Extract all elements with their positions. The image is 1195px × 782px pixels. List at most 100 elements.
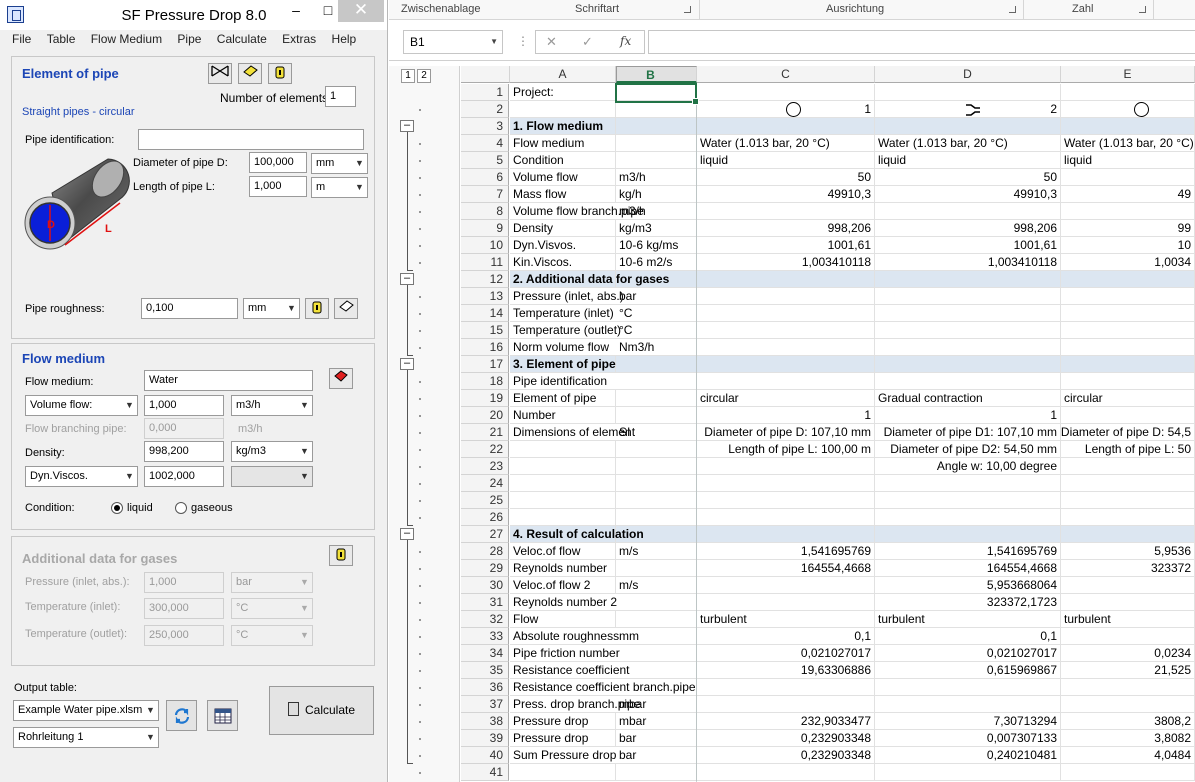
cell-e11[interactable]: 1,0034 [1061,254,1195,271]
cell-c10[interactable]: 1001,61 [697,237,875,254]
cell-b3[interactable] [616,118,697,135]
row-header[interactable]: 18 [461,373,509,390]
cell-b33[interactable]: mm [616,628,697,645]
row-header[interactable]: 2 [461,101,509,118]
liquid-radio[interactable] [111,502,123,514]
cell-e8[interactable] [1061,203,1195,220]
flow-medium-input[interactable]: Water [144,370,313,391]
cell-d13[interactable] [875,288,1061,305]
cell-b8[interactable]: m3/h [616,203,697,220]
cell-b22[interactable] [616,441,697,458]
row-header[interactable]: 6 [461,169,509,186]
row-header[interactable]: 22 [461,441,509,458]
cell-e41[interactable] [1061,764,1195,781]
cell-a39[interactable]: Pressure drop [510,730,616,747]
cell-a37[interactable]: Press. drop branch.pipe [510,696,640,713]
length-input[interactable]: 1,000 [249,176,307,197]
cell-b34[interactable] [616,645,697,662]
cell-e31[interactable] [1061,594,1195,611]
volume-flow-select[interactable]: Volume flow: ▼ [25,395,138,416]
row-header[interactable]: 32 [461,611,509,628]
cell-c38[interactable]: 232,9033477 [697,713,875,730]
cell-b30[interactable]: m/s [616,577,697,594]
cell-c21[interactable]: Diameter of pipe D: 107,10 mm [697,424,875,441]
cell-e10[interactable]: 10 [1061,237,1195,254]
cell-c5[interactable]: liquid [697,152,875,169]
menu-help[interactable]: Help [326,30,363,46]
row-header[interactable]: 29 [461,560,509,577]
cell-b20[interactable] [616,407,697,424]
cell-d9[interactable]: 998,206 [875,220,1061,237]
cell-d1[interactable] [875,84,1061,101]
eraser-icon[interactable] [238,63,262,84]
row-header[interactable]: 11 [461,254,509,271]
cell-a28[interactable]: Veloc.of flow [510,543,616,560]
cell-c33[interactable]: 0,1 [697,628,875,645]
cell-b19[interactable] [616,390,697,407]
row-header[interactable]: 20 [461,407,509,424]
row-header[interactable]: 15 [461,322,509,339]
diameter-input[interactable]: 100,000 [249,152,307,173]
density-input[interactable]: 998,200 [144,441,224,462]
roughness-unit-select[interactable]: mm ▼ [243,298,300,319]
cell-a11[interactable]: Kin.Viscos. [510,254,616,271]
cell-c25[interactable] [697,492,875,509]
cell-e38[interactable]: 3808,2 [1061,713,1195,730]
cell-a1[interactable]: Project: [510,84,616,101]
row-header[interactable]: 17 [461,356,509,373]
cell-d12[interactable] [875,271,1061,288]
cell-d28[interactable]: 1,541695769 [875,543,1061,560]
pipe-identification-input[interactable] [138,129,364,150]
medium-database-icon[interactable] [329,368,353,389]
cell-d3[interactable] [875,118,1061,135]
cell-b32[interactable] [616,611,697,628]
cell-e1[interactable] [1061,84,1195,101]
cell-c19[interactable]: circular [697,390,875,407]
cell-a29[interactable]: Reynolds number [510,560,616,577]
row-header[interactable]: 8 [461,203,509,220]
cell-b26[interactable] [616,509,697,526]
cell-c24[interactable] [697,475,875,492]
row-header[interactable]: 27 [461,526,509,543]
cell-d20[interactable]: 1 [875,407,1061,424]
cell-b2[interactable] [616,101,697,118]
ribbon-group-font[interactable]: Schriftart [575,3,619,15]
cell-d17[interactable] [875,356,1061,373]
cell-e5[interactable]: liquid [1061,152,1195,169]
cell-a16[interactable]: Norm volume flow [510,339,616,356]
cell-e19[interactable]: circular [1061,390,1195,407]
column-header-c[interactable]: C [697,66,875,83]
hand-info-icon[interactable] [268,63,292,84]
cell-e7[interactable]: 49 [1061,186,1195,203]
cell-d26[interactable] [875,509,1061,526]
cell-e35[interactable]: 21,525 [1061,662,1195,679]
cell-a38[interactable]: Pressure drop [510,713,616,730]
cell-d6[interactable]: 50 [875,169,1061,186]
cell-e22[interactable]: Length of pipe L: 50 [1061,441,1195,458]
outline-collapse-button[interactable]: – [400,528,414,540]
cell-d16[interactable] [875,339,1061,356]
cell-c11[interactable]: 1,003410118 [697,254,875,271]
cell-d38[interactable]: 7,30713294 [875,713,1061,730]
cell-a33[interactable]: Absolute roughness [510,628,619,645]
cell-c40[interactable]: 0,232903348 [697,747,875,764]
cell-c37[interactable] [697,696,875,713]
table-button[interactable] [207,700,238,731]
refresh-button[interactable] [166,700,197,731]
row-header[interactable]: 31 [461,594,509,611]
cell-b15[interactable]: °C [616,322,697,339]
cell-a9[interactable]: Density [510,220,616,237]
cell-c23[interactable] [697,458,875,475]
cell-d39[interactable]: 0,007307133 [875,730,1061,747]
cell-b37[interactable]: mbar [616,696,697,713]
row-header[interactable]: 30 [461,577,509,594]
cell-e40[interactable]: 4,0484 [1061,747,1195,764]
row-header[interactable]: 39 [461,730,509,747]
cell-c3[interactable] [697,118,875,135]
cell-e25[interactable] [1061,492,1195,509]
row-header[interactable]: 12 [461,271,509,288]
cell-b23[interactable] [616,458,697,475]
cell-c20[interactable]: 1 [697,407,875,424]
cell-c18[interactable] [697,373,875,390]
cell-b16[interactable]: Nm3/h [616,339,697,356]
